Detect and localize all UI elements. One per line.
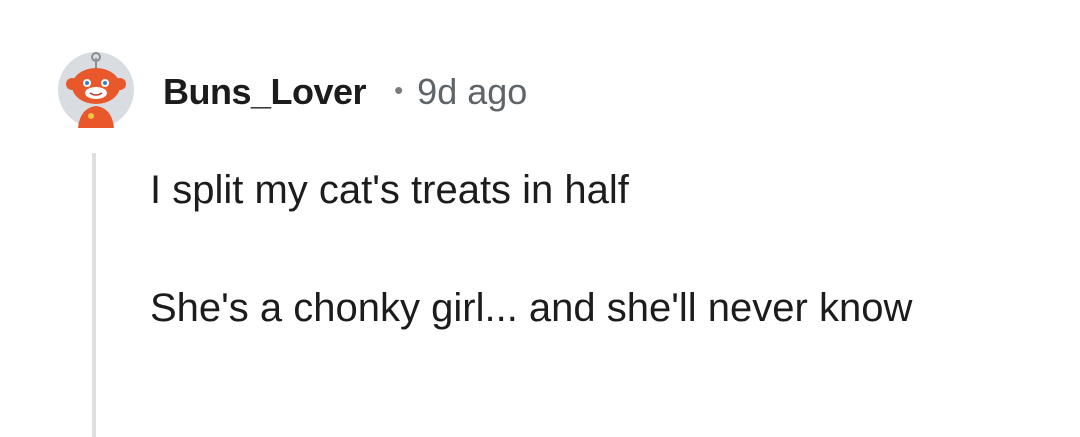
comment-body: I split my cat's treats in half She's a … xyxy=(150,160,1030,338)
thread-collapse-line[interactable] xyxy=(92,153,96,437)
snoo-avatar-icon xyxy=(58,52,134,128)
avatar[interactable] xyxy=(56,50,136,130)
comment-header: Buns_Lover • 9d ago xyxy=(163,66,527,118)
meta-separator: • xyxy=(394,74,404,105)
comment: Buns_Lover • 9d ago I split my cat's tre… xyxy=(0,0,1080,437)
comment-paragraph: She's a chonky girl... and she'll never … xyxy=(150,286,913,330)
timestamp: 9d ago xyxy=(417,71,528,112)
comment-paragraph: I split my cat's treats in half xyxy=(150,168,629,212)
username-link[interactable]: Buns_Lover xyxy=(163,71,367,113)
